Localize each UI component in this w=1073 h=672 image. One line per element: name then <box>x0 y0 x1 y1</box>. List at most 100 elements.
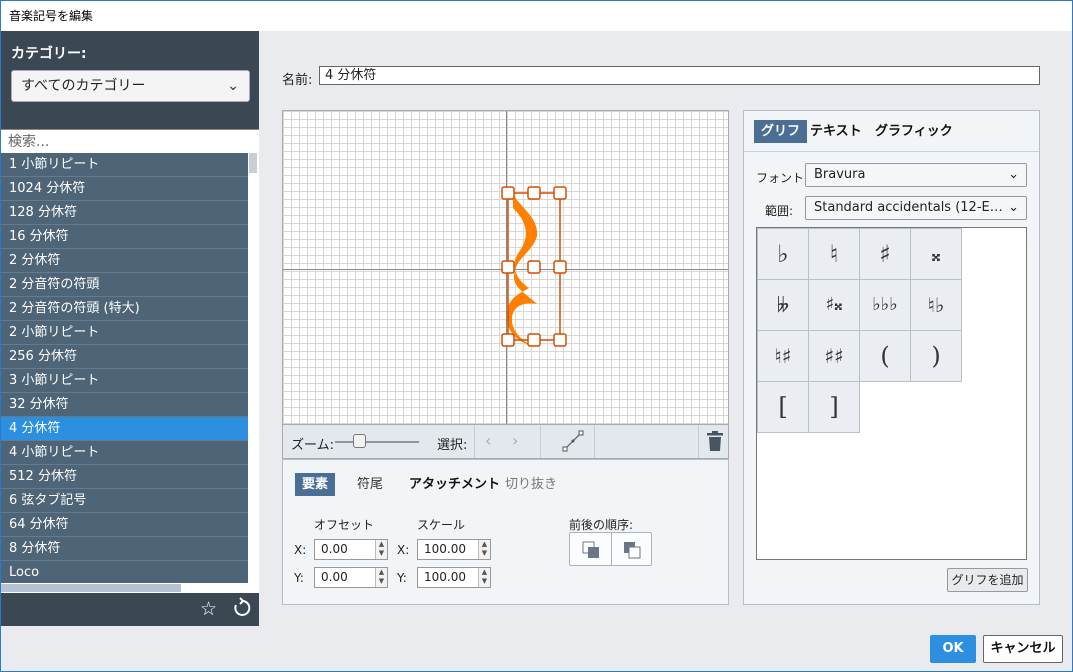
tab-glyph[interactable]: グリフ <box>754 120 808 143</box>
tab-elements[interactable]: 要素 <box>295 473 336 496</box>
range-label: 範囲: <box>765 204 794 218</box>
glyph-cell[interactable]: ♮♭ <box>910 279 962 331</box>
font-select-value: Bravura <box>814 167 866 182</box>
bring-forward-icon[interactable] <box>622 540 642 560</box>
search-input[interactable]: 検索... <box>1 129 259 153</box>
cancel-button[interactable]: キャンセル <box>983 635 1063 663</box>
category-footer: ☆ <box>1 593 259 626</box>
offset-y-value: 0.00 <box>321 570 348 584</box>
tab-attachment[interactable]: アタッチメント <box>402 473 507 496</box>
order-label: 前後の順序: <box>569 518 634 532</box>
tab-text[interactable]: テキスト <box>803 120 869 143</box>
spin-arrows-icon[interactable]: ▲ ▼ <box>375 540 387 559</box>
scale-x-input[interactable]: 100.00 ▲ ▼ <box>417 539 491 560</box>
glyph-cell[interactable]: ♭ <box>757 228 809 280</box>
list-item[interactable]: 2 分休符 <box>1 249 248 273</box>
resize-handle[interactable] <box>553 186 567 200</box>
quarter-rest-glyph[interactable] <box>499 184 569 349</box>
curve-tool-icon[interactable] <box>560 428 586 454</box>
dialog-window: 音楽記号を編集 カテゴリー: すべてのカテゴリー ⌄ 検索... 1 小節リピー… <box>0 0 1073 672</box>
resize-handle[interactable] <box>501 260 515 274</box>
list-item[interactable]: 8 分休符 <box>1 537 248 561</box>
resize-handle[interactable] <box>527 186 541 200</box>
offset-x-label: X: <box>294 543 307 557</box>
category-list: 1 小節リピート 1024 分休符 128 分休符 16 分休符 2 分休符 2 分音符の… <box>1 153 248 583</box>
glyph-cell[interactable]: ♯𝄪 <box>808 279 860 331</box>
range-select[interactable]: Standard accidentals (12-E… ⌄ <box>805 196 1027 220</box>
list-item[interactable]: 3 小節リピート <box>1 369 248 393</box>
spin-arrows-icon[interactable]: ▲ ▼ <box>478 540 490 559</box>
resize-handle[interactable] <box>553 260 567 274</box>
font-select[interactable]: Bravura ⌄ <box>805 163 1027 187</box>
glyph-panel: グリフ テキスト グラフィック フォント: Bravura ⌄ 範囲: Stan… <box>743 110 1040 605</box>
list-item[interactable]: 4 小節リピート <box>1 441 248 465</box>
list-item[interactable]: 512 分休符 <box>1 465 248 489</box>
offset-x-input[interactable]: 0.00 ▲ ▼ <box>314 539 388 560</box>
tab-cutout[interactable]: 切り抜き <box>498 473 564 496</box>
star-icon[interactable]: ☆ <box>200 598 217 620</box>
selection-nav: ‹ › <box>474 425 541 458</box>
glyph-cell[interactable]: ) <box>910 330 962 382</box>
window-title: 音楽記号を編集 <box>1 1 1072 31</box>
spin-arrows-icon[interactable]: ▲ ▼ <box>478 568 490 587</box>
toolbar-divider <box>594 425 595 458</box>
glyph-cell[interactable]: ] <box>808 381 860 433</box>
name-input[interactable]: 4 分休符 <box>319 66 1040 85</box>
category-panel: カテゴリー: すべてのカテゴリー ⌄ 検索... 1 小節リピート 1024 分休… <box>1 31 259 626</box>
glyph-cell[interactable]: 𝄫 <box>757 279 809 331</box>
spin-arrows-icon[interactable]: ▲ ▼ <box>375 568 387 587</box>
glyph-cell[interactable]: ♮ <box>808 228 860 280</box>
list-item[interactable]: 32 分休符 <box>1 393 248 417</box>
list-item[interactable]: 4 分休符 <box>1 417 248 441</box>
toolbar-divider <box>698 425 699 458</box>
resize-handle[interactable] <box>501 333 515 347</box>
glyph-cell[interactable]: ( <box>859 330 911 382</box>
category-select-value: すべてのカテゴリー <box>21 78 146 94</box>
category-select[interactable]: すべてのカテゴリー ⌄ <box>11 70 250 102</box>
scroll-thumb[interactable] <box>1 584 181 592</box>
tab-stem[interactable]: 符尾 <box>350 473 390 496</box>
glyph-cell[interactable]: [ <box>757 381 809 433</box>
zoom-slider-thumb[interactable] <box>353 434 367 448</box>
list-item[interactable]: 64 分休符 <box>1 513 248 537</box>
resize-handle[interactable] <box>501 186 515 200</box>
send-backward-icon[interactable] <box>581 540 601 560</box>
list-item[interactable]: 16 分休符 <box>1 225 248 249</box>
offset-y-input[interactable]: 0.00 ▲ ▼ <box>314 567 388 588</box>
add-glyph-button[interactable]: グリフを追加 <box>947 568 1028 592</box>
reset-icon[interactable] <box>231 597 253 619</box>
list-item[interactable]: 256 分休符 <box>1 345 248 369</box>
list-item[interactable]: 1 小節リピート <box>1 153 248 177</box>
zoom-slider[interactable] <box>335 441 419 443</box>
glyph-cell[interactable]: ♯ <box>859 228 911 280</box>
edit-canvas[interactable] <box>282 110 729 425</box>
scale-label: スケール <box>417 518 466 532</box>
list-item[interactable]: 2 分音符の符頭 <box>1 273 248 297</box>
scroll-thumb[interactable] <box>249 153 257 173</box>
trash-icon[interactable] <box>706 431 724 452</box>
canvas-toolbar: ズーム: 選択: ‹ › <box>282 425 729 459</box>
resize-handle[interactable] <box>527 333 541 347</box>
list-item[interactable]: Loco <box>1 561 248 583</box>
chevron-right-icon[interactable]: › <box>512 431 518 450</box>
list-item[interactable]: 6 弦タブ記号 <box>1 489 248 513</box>
glyph-cell[interactable]: 𝄪 <box>910 228 962 280</box>
horizontal-scrollbar[interactable] <box>1 583 248 593</box>
list-item[interactable]: 128 分休符 <box>1 201 248 225</box>
resize-handle[interactable] <box>527 260 541 274</box>
chevron-left-icon[interactable]: ‹ <box>485 431 491 450</box>
resize-handle[interactable] <box>553 333 567 347</box>
scale-y-input[interactable]: 100.00 ▲ ▼ <box>417 567 491 588</box>
glyph-cell[interactable]: ♯♯ <box>808 330 860 382</box>
vertical-scrollbar[interactable] <box>248 153 259 583</box>
offset-label: オフセット <box>314 518 375 532</box>
tab-graphic[interactable]: グラフィック <box>868 120 960 143</box>
range-select-value: Standard accidentals (12-E… <box>814 200 1003 215</box>
list-item[interactable]: 1024 分休符 <box>1 177 248 201</box>
order-buttons <box>569 532 652 566</box>
glyph-cell[interactable]: ♮♯ <box>757 330 809 382</box>
list-item[interactable]: 2 小節リピート <box>1 321 248 345</box>
glyph-cell[interactable]: ♭♭♭ <box>859 279 911 331</box>
ok-button[interactable]: OK <box>930 635 976 663</box>
list-item[interactable]: 2 分音符の符頭 (特大) <box>1 297 248 321</box>
